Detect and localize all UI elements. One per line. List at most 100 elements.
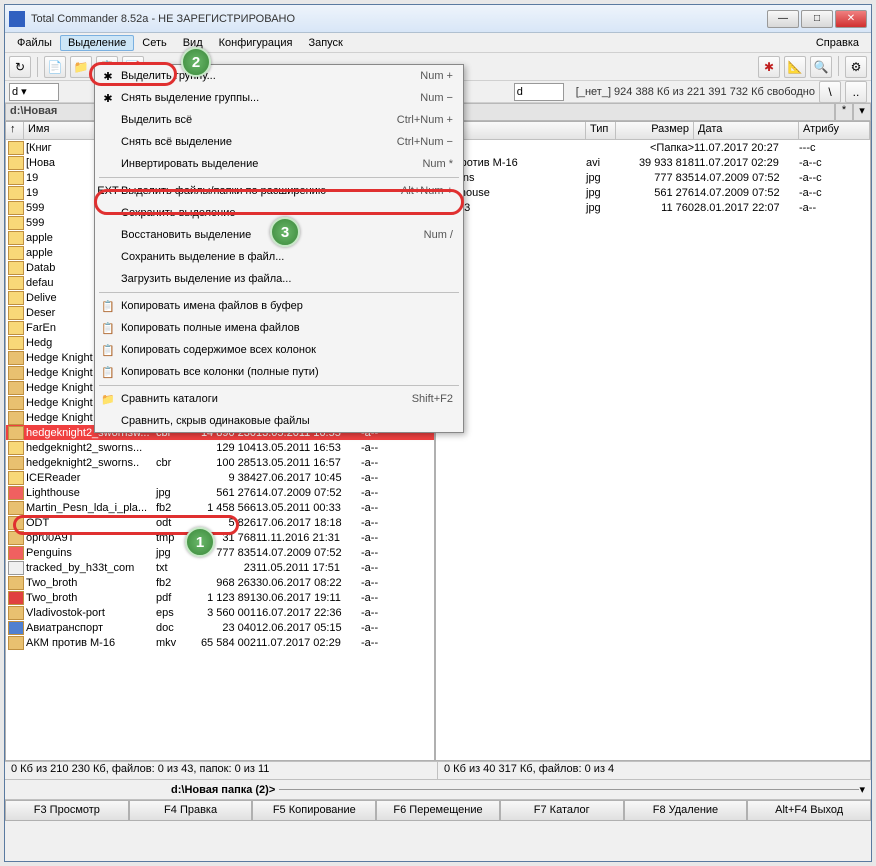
menu-item[interactable]: ✱Выделить группу...Num + — [95, 65, 463, 87]
table-row[interactable]: Two_brothfb2968 26330.06.2017 08:22-a-- — [6, 575, 434, 590]
statusbar: 0 Кб из 210 230 Кб, файлов: 0 из 43, пап… — [5, 761, 871, 779]
file-icon — [8, 396, 24, 410]
menu-item[interactable]: 📁Сравнить каталогиShift+F2 — [95, 388, 463, 410]
hdr-date[interactable]: Дата — [694, 122, 799, 139]
root-button[interactable]: \ — [819, 81, 841, 103]
function-key[interactable]: F4 Правка — [129, 800, 253, 821]
tool-button[interactable]: 🔍 — [810, 56, 832, 78]
table-row[interactable]: КМ против М-16avi39 933 81811.07.2017 02… — [436, 155, 870, 170]
menu-icon — [99, 413, 117, 429]
menu-item[interactable]: Инвертировать выделениеNum * — [95, 153, 463, 175]
drive-select-left[interactable]: d ▾ — [9, 83, 59, 101]
callout-2: 2 — [181, 47, 211, 77]
up-button[interactable]: .. — [845, 81, 867, 103]
function-key[interactable]: Alt+F4 Выход — [747, 800, 871, 821]
history-button[interactable]: * — [835, 103, 853, 121]
table-row[interactable]: tracked_by_h33t_comtxt2311.05.2011 17:51… — [6, 560, 434, 575]
function-key[interactable]: F7 Каталог — [500, 800, 624, 821]
menu-item[interactable]: Загрузить выделение из файла... — [95, 268, 463, 290]
file-icon — [8, 516, 24, 530]
table-row[interactable]: hedgeknight2_sworns..cbr100 28513.05.201… — [6, 455, 434, 470]
menu-icon: 📋 — [99, 364, 117, 380]
tool-button[interactable]: 📄 — [44, 56, 66, 78]
table-row[interactable]: enguinsjpg777 83514.07.2009 07:52-a--c — [436, 170, 870, 185]
menu-item[interactable]: Сравнить, скрыв одинаковые файлы — [95, 410, 463, 432]
menu-selection[interactable]: Выделение — [60, 35, 134, 51]
file-list-right[interactable]: [..]<Папка>11.07.2017 20:27---cКМ против… — [436, 140, 870, 760]
table-row[interactable]: АКМ против М-16mkv65 584 00211.07.2017 0… — [6, 635, 434, 650]
minimize-button[interactable]: — — [767, 10, 799, 28]
menu-icon: 📋 — [99, 342, 117, 358]
table-row[interactable]: Lighthousejpg561 27614.07.2009 07:52-a--… — [436, 185, 870, 200]
menu-icon — [99, 249, 117, 265]
table-row[interactable]: ODTodt5 82617.06.2017 18:18-a-- — [6, 515, 434, 530]
menu-item[interactable]: Снять всё выделениеCtrl+Num − — [95, 131, 463, 153]
menu-net[interactable]: Сеть — [134, 35, 174, 51]
hdr-attr[interactable]: Атрибу — [799, 122, 870, 139]
menu-item[interactable]: 📋Копировать имена файлов в буфер — [95, 295, 463, 317]
menu-item[interactable]: 📋Копировать все колонки (полные пути) — [95, 361, 463, 383]
table-row[interactable]: hedgeknight2_sworns...129 10413.05.2011 … — [6, 440, 434, 455]
menu-icon — [99, 271, 117, 287]
function-key[interactable]: F5 Копирование — [252, 800, 376, 821]
star-icon[interactable]: ✱ — [758, 56, 780, 78]
menu-icon — [99, 227, 117, 243]
function-key[interactable]: F6 Перемещение — [376, 800, 500, 821]
dropdown-icon[interactable]: ▾ — [859, 783, 865, 796]
table-row[interactable]: Martin_Pesn_lda_i_pla...fb21 458 56613.0… — [6, 500, 434, 515]
menu-item[interactable]: 📋Копировать полные имена файлов — [95, 317, 463, 339]
window-title: Total Commander 8.52a - НЕ ЗАРЕГИСТРИРОВ… — [31, 13, 767, 25]
file-icon — [8, 426, 24, 440]
file-icon — [8, 306, 24, 320]
file-icon — [8, 186, 24, 200]
file-icon — [8, 336, 24, 350]
table-row[interactable]: Koala3jpg11 76028.01.2017 22:07-a-- — [436, 200, 870, 215]
function-keys: F3 ПросмотрF4 ПравкаF5 КопированиеF6 Пер… — [5, 799, 871, 821]
menu-start[interactable]: Запуск — [300, 35, 350, 51]
file-icon — [8, 321, 24, 335]
hdr-size[interactable]: Размер — [616, 122, 694, 139]
table-row[interactable]: Two_brothpdf1 123 89130.06.2017 19:11-a-… — [6, 590, 434, 605]
menu-item[interactable]: Выделить всёCtrl+Num + — [95, 109, 463, 131]
table-row[interactable]: Vladivostok-porteps3 560 00116.07.2017 2… — [6, 605, 434, 620]
file-icon — [8, 486, 24, 500]
file-icon — [8, 606, 24, 620]
maximize-button[interactable]: □ — [801, 10, 833, 28]
menu-item[interactable]: EXTВыделить файлы/папки по расширениюAlt… — [95, 180, 463, 202]
menu-item[interactable]: Сохранить выделение в файл... — [95, 246, 463, 268]
favorites-button[interactable]: ▾ — [853, 103, 871, 121]
file-icon — [8, 576, 24, 590]
close-button[interactable]: ✕ — [835, 10, 867, 28]
command-input[interactable] — [279, 789, 859, 790]
table-row[interactable]: opr00A9Ttmp31 76811.11.2016 21:31-a-- — [6, 530, 434, 545]
file-icon — [8, 276, 24, 290]
command-bar: d:\Новая папка (2)> ▾ — [5, 779, 871, 799]
path-left[interactable]: d:\Новая — [5, 103, 95, 121]
menu-item[interactable]: ✱Снять выделение группы...Num − — [95, 87, 463, 109]
file-icon — [8, 636, 24, 650]
function-key[interactable]: F8 Удаление — [624, 800, 748, 821]
menu-separator — [99, 292, 459, 293]
table-row[interactable]: Penguinsjpg777 83514.07.2009 07:52-a-- — [6, 545, 434, 560]
function-key[interactable]: F3 Просмотр — [5, 800, 129, 821]
menu-files[interactable]: Файлы — [9, 35, 60, 51]
drive-info-right: [_нет_] 924 388 Кб из 221 391 732 Кб сво… — [576, 86, 815, 98]
command-prompt: d:\Новая папка (2)> — [171, 784, 275, 796]
tool-button[interactable]: 📐 — [784, 56, 806, 78]
right-panel: Тип Размер Дата Атрибу [..]<Папка>11.07.… — [435, 121, 871, 761]
menu-config[interactable]: Конфигурация — [211, 35, 301, 51]
table-row[interactable]: Авиатранспортdoc23 04012.06.2017 05:15-a… — [6, 620, 434, 635]
table-row[interactable]: Lighthousejpg561 27614.07.2009 07:52-a-- — [6, 485, 434, 500]
table-row[interactable]: ICEReader9 38427.06.2017 10:45-a-- — [6, 470, 434, 485]
sort-icon[interactable]: ↑ — [6, 122, 24, 139]
hdr-type[interactable]: Тип — [586, 122, 616, 139]
file-icon — [8, 621, 24, 635]
callout-3: 3 — [270, 217, 300, 247]
tool-button[interactable]: ⚙ — [845, 56, 867, 78]
menu-item[interactable]: 📋Копировать содержимое всех колонок — [95, 339, 463, 361]
tool-button[interactable]: 📁 — [70, 56, 92, 78]
drive-select-right[interactable]: d — [514, 83, 564, 101]
table-row[interactable]: [..]<Папка>11.07.2017 20:27---c — [436, 140, 870, 155]
refresh-icon[interactable]: ↻ — [9, 56, 31, 78]
menu-help[interactable]: Справка — [808, 35, 867, 51]
